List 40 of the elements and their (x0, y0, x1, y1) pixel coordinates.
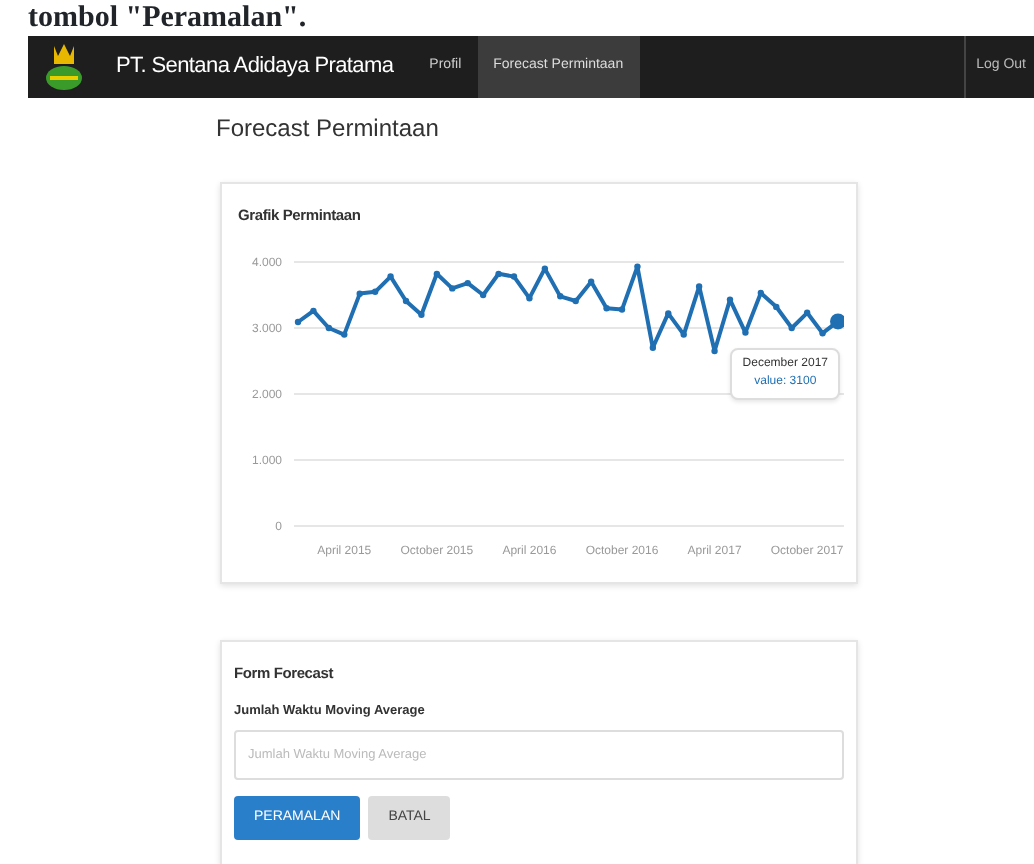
data-point (356, 291, 363, 298)
data-point (418, 312, 425, 319)
data-point (541, 265, 549, 273)
data-point (479, 292, 487, 299)
data-point (634, 263, 641, 271)
data-point (557, 293, 564, 300)
data-point (830, 313, 844, 330)
data-point (665, 310, 672, 318)
data-point (387, 273, 394, 281)
data-point (773, 304, 780, 311)
data-point (711, 348, 718, 355)
data-point (341, 331, 348, 339)
data-point (819, 330, 826, 337)
data-point (603, 305, 610, 312)
data-point (788, 325, 795, 332)
data-point (371, 289, 379, 296)
data-point (526, 295, 533, 302)
caption-text: tombol "Peramalan". (26, 0, 309, 36)
data-point (433, 271, 441, 278)
data-point (649, 345, 657, 352)
data-point (572, 298, 579, 305)
brand-name: PT. Sentana Adidaya Pratama (116, 52, 394, 83)
data-point (402, 298, 410, 305)
data-point (618, 306, 626, 314)
data-point (325, 325, 333, 332)
data-point (742, 329, 749, 337)
data-point (726, 296, 734, 304)
data-point (464, 280, 471, 287)
data-point (803, 310, 811, 317)
data-point (310, 308, 317, 315)
data-point (449, 285, 456, 293)
data-point (510, 273, 518, 281)
data-point (495, 271, 502, 278)
data-point (294, 319, 302, 326)
crown-logo-icon (44, 42, 84, 92)
data-point (680, 331, 687, 339)
page-title: Forecast Permintaan (216, 112, 441, 146)
data-point (695, 283, 703, 291)
data-point (587, 279, 595, 286)
data-point (757, 290, 765, 297)
